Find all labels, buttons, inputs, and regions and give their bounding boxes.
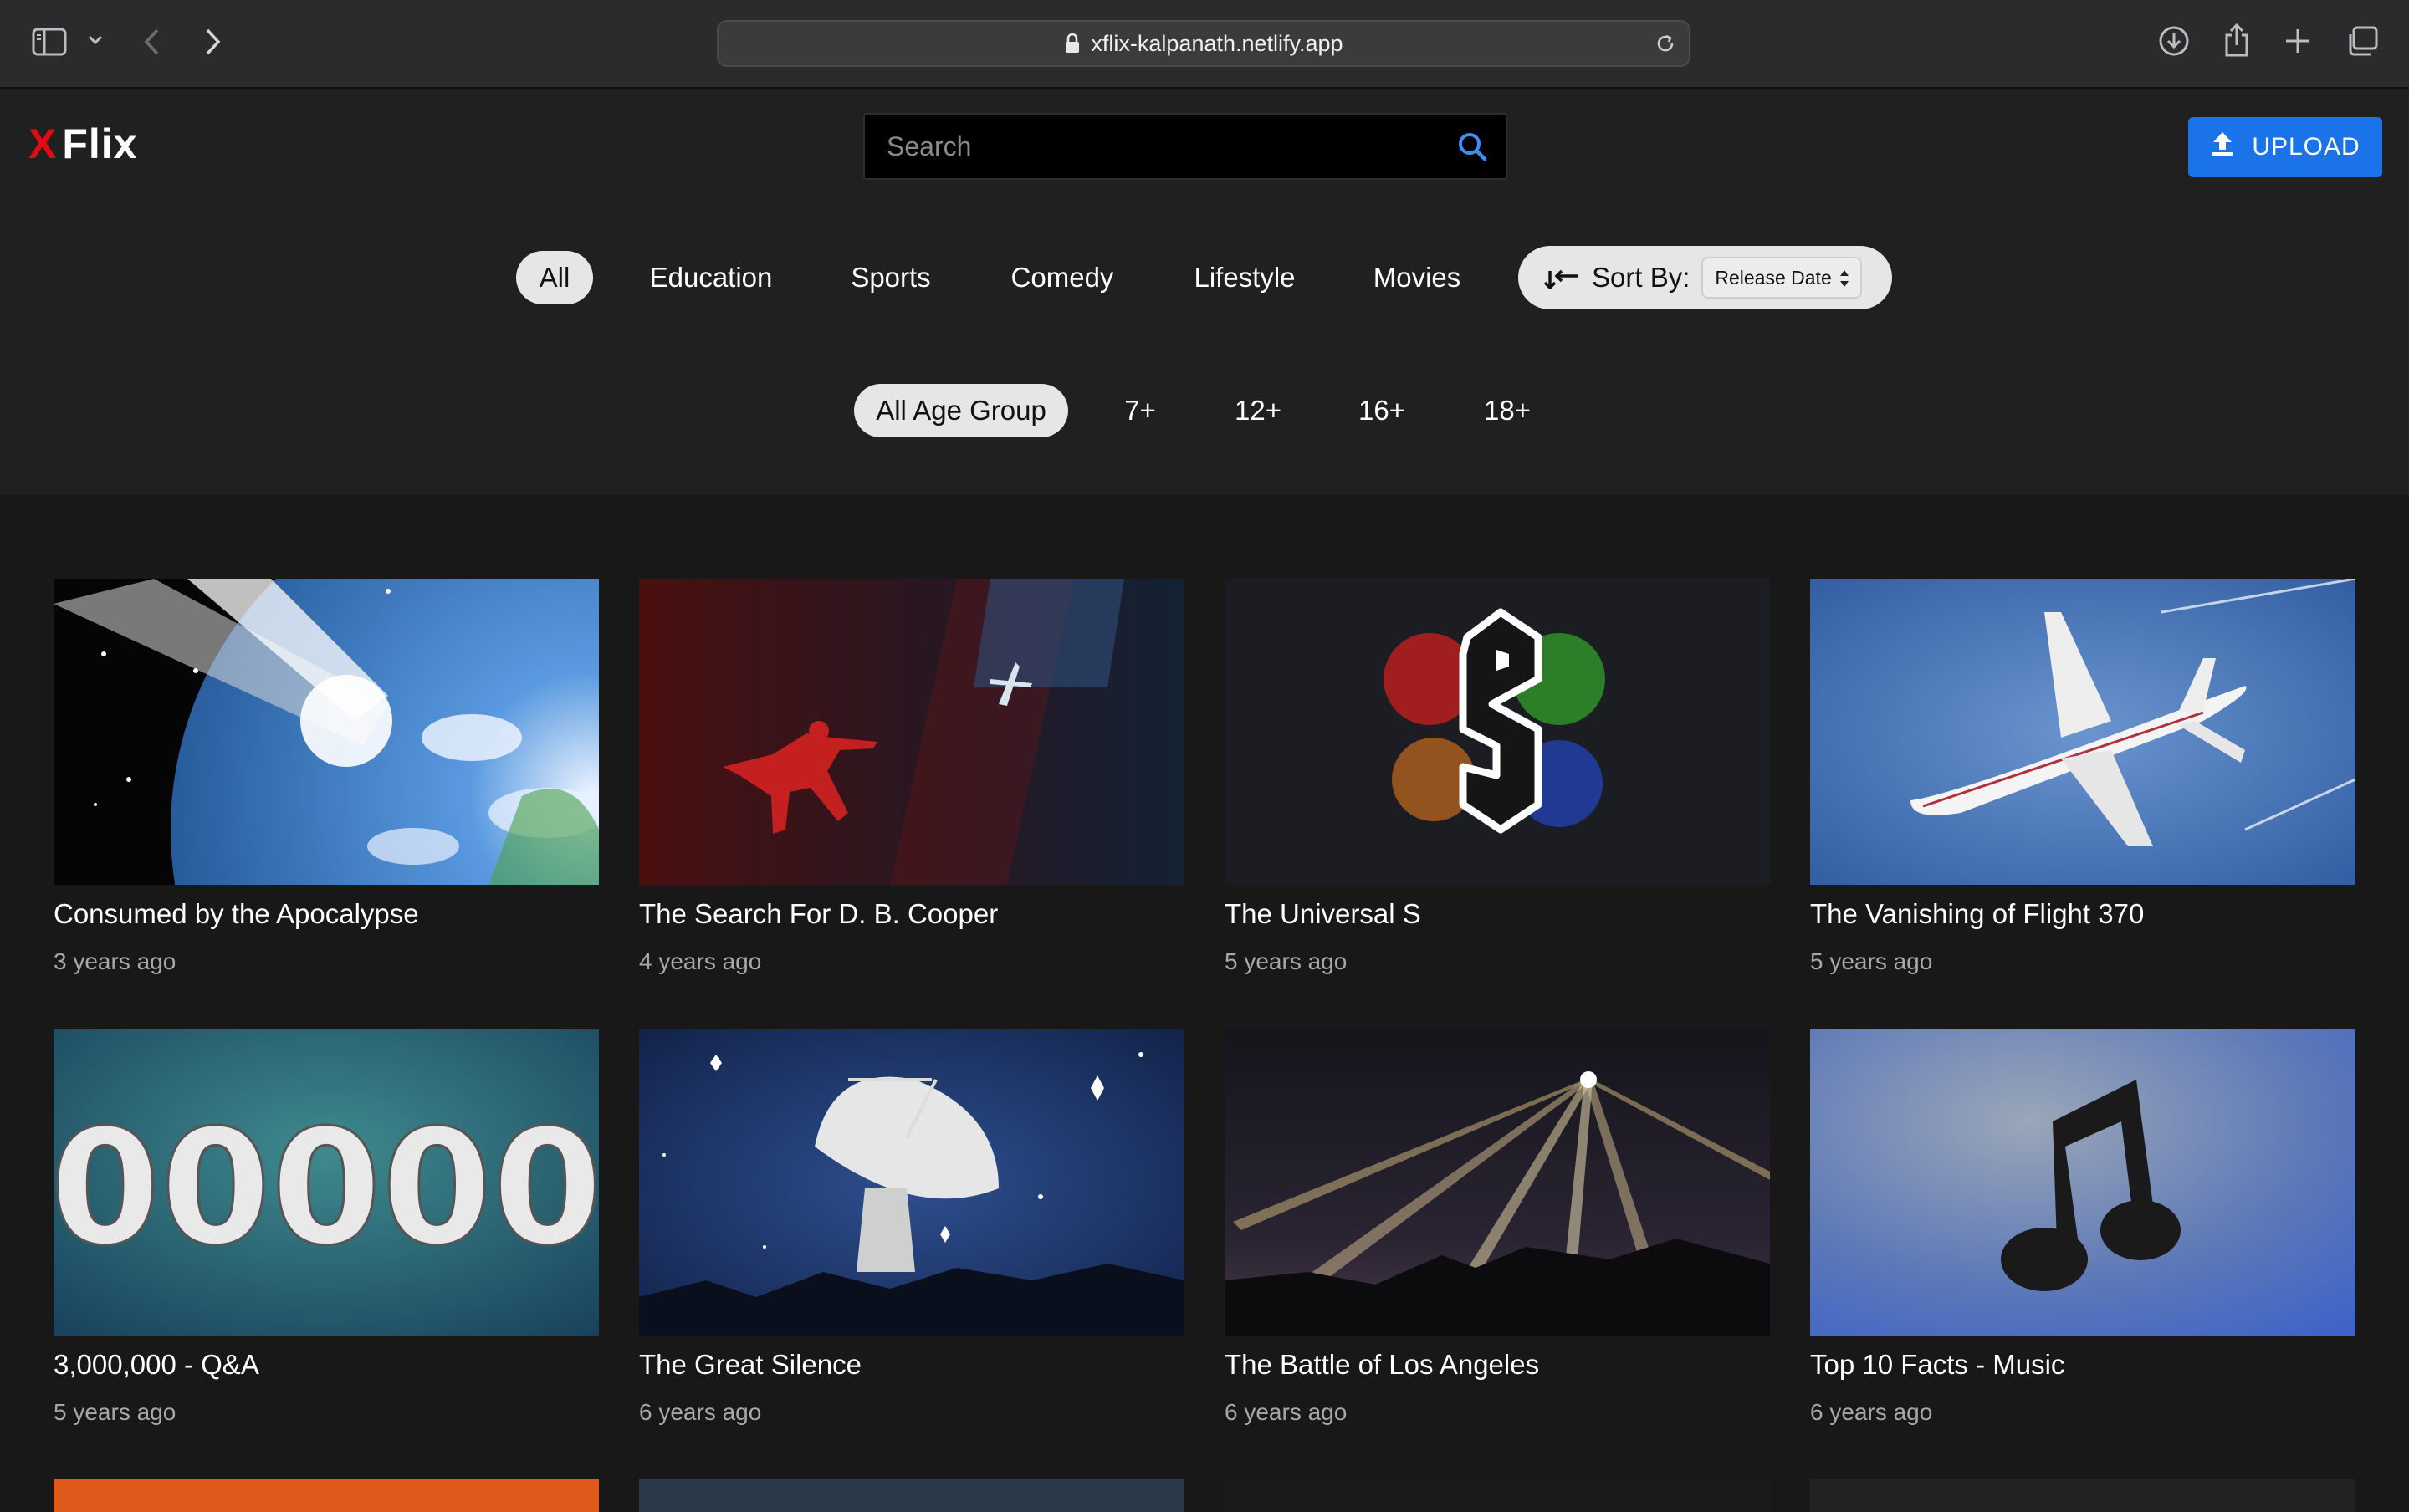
upload-label: UPLOAD — [2252, 133, 2360, 161]
video-card[interactable]: The Battle of Los Angeles 6 years ago — [1225, 1029, 1770, 1426]
video-thumbnail — [1225, 1029, 1770, 1336]
video-card[interactable]: The Great Silence 6 years ago — [639, 1029, 1184, 1426]
video-thumbnail — [639, 579, 1184, 885]
back-arrow-icon[interactable] — [142, 27, 162, 57]
video-release-age: 5 years ago — [1810, 948, 1933, 974]
age-chip-16[interactable]: 16+ — [1342, 384, 1422, 437]
age-chip-7[interactable]: 7+ — [1106, 384, 1174, 437]
xflix-logo[interactable]: X Flix — [28, 119, 138, 169]
genre-chip-movies[interactable]: Movies — [1360, 251, 1474, 304]
download-icon[interactable] — [2158, 25, 2190, 57]
search-bar — [863, 113, 1507, 180]
video-thumbnail — [1810, 1029, 2355, 1336]
video-release-age: 6 years ago — [639, 1399, 762, 1425]
video-title: 3,000,000 - Q&A — [54, 1349, 259, 1380]
video-release-age: 6 years ago — [1810, 1399, 1933, 1425]
logo-text: Flix — [62, 120, 138, 167]
video-thumbnail-partial[interactable] — [54, 1479, 599, 1512]
video-title: The Search For D. B. Cooper — [639, 898, 999, 929]
sort-by-label: Sort By: — [1592, 262, 1690, 293]
video-thumbnail-partial[interactable] — [1810, 1479, 2355, 1512]
video-release-age: 3 years ago — [54, 948, 176, 974]
video-title: Consumed by the Apocalypse — [54, 898, 419, 929]
share-icon[interactable] — [2222, 22, 2252, 59]
video-title: The Great Silence — [639, 1349, 862, 1380]
forward-arrow-icon[interactable] — [202, 27, 222, 57]
thumbnail-number-text: 3000000 — [54, 1096, 599, 1280]
video-title: Top 10 Facts - Music — [1810, 1349, 2065, 1380]
age-chip-all[interactable]: All Age Group — [854, 384, 1068, 437]
video-card[interactable]: 3000000 3,000,000 - Q&A 5 years ago — [54, 1029, 599, 1426]
genre-chip-education[interactable]: Education — [636, 251, 786, 304]
video-thumbnail — [1225, 579, 1770, 885]
address-bar[interactable]: xflix-kalpanath.netlify.app — [717, 20, 1690, 67]
reload-icon[interactable] — [1654, 32, 1677, 61]
search-icon[interactable] — [1439, 115, 1506, 178]
address-text: xflix-kalpanath.netlify.app — [1091, 30, 1343, 56]
video-thumbnail — [54, 579, 599, 885]
logo-x: X — [28, 120, 58, 167]
video-thumbnail-partial[interactable] — [1225, 1479, 1770, 1512]
video-title: The Universal S — [1225, 898, 1421, 929]
browser-toolbar: xflix-kalpanath.netlify.app — [0, 0, 2409, 89]
video-thumbnail: 3000000 — [54, 1029, 599, 1336]
upload-button[interactable]: UPLOAD — [2188, 117, 2382, 177]
upload-icon — [2210, 130, 2235, 164]
genre-chip-lifestyle[interactable]: Lifestyle — [1178, 251, 1312, 304]
video-card[interactable]: The Search For D. B. Cooper 4 years ago — [639, 579, 1184, 975]
tab-overview-icon[interactable] — [2345, 25, 2379, 59]
select-arrows-icon — [1839, 267, 1850, 295]
search-input[interactable] — [865, 114, 1439, 179]
genre-chip-comedy[interactable]: Comedy — [995, 251, 1129, 304]
lock-icon — [1064, 33, 1081, 54]
video-release-age: 5 years ago — [54, 1399, 176, 1425]
video-card[interactable]: The Universal S 5 years ago — [1225, 579, 1770, 975]
new-tab-icon[interactable] — [2284, 27, 2312, 55]
video-thumbnail — [639, 1029, 1184, 1336]
age-chip-12[interactable]: 12+ — [1218, 384, 1298, 437]
sidebar-toggle-icon[interactable] — [32, 27, 69, 57]
sort-arrows-icon — [1543, 263, 1580, 294]
app-header: X Flix UPLOAD All Education Sports Comed… — [0, 89, 2409, 495]
video-release-age: 4 years ago — [639, 948, 762, 974]
video-card[interactable]: The Vanishing of Flight 370 5 years ago — [1810, 579, 2355, 975]
sort-by-control: Sort By: Release Date — [1518, 246, 1892, 309]
video-release-age: 5 years ago — [1225, 948, 1348, 974]
chevron-down-icon[interactable] — [87, 33, 104, 47]
video-release-age: 6 years ago — [1225, 1399, 1348, 1425]
genre-chip-sports[interactable]: Sports — [835, 251, 947, 304]
video-thumbnail — [1810, 579, 2355, 885]
sort-select[interactable]: Release Date — [1701, 257, 1863, 299]
sort-selected-value: Release Date — [1715, 266, 1832, 289]
age-chip-18[interactable]: 18+ — [1467, 384, 1547, 437]
video-title: The Battle of Los Angeles — [1225, 1349, 1540, 1380]
video-card[interactable]: Top 10 Facts - Music 6 years ago — [1810, 1029, 2355, 1426]
video-thumbnail-partial[interactable] — [639, 1479, 1184, 1512]
video-card[interactable]: Consumed by the Apocalypse 3 years ago — [54, 579, 599, 975]
video-title: The Vanishing of Flight 370 — [1810, 898, 2145, 929]
genre-chip-all[interactable]: All — [516, 251, 593, 304]
